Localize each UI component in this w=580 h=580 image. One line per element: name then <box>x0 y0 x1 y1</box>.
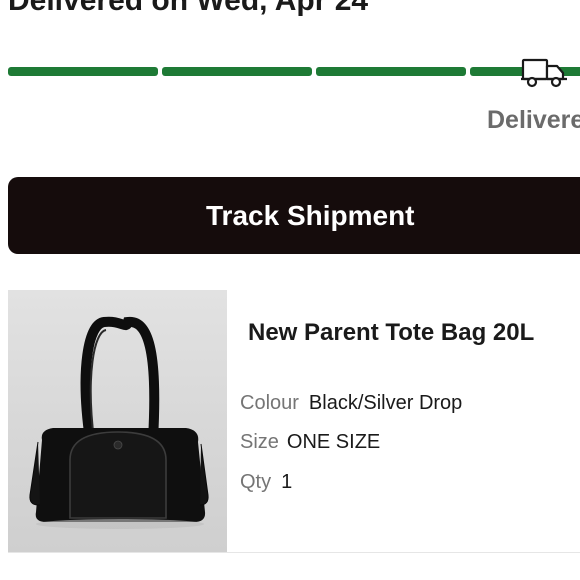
delivery-status-title: Delivered on Wed, Apr 24 <box>8 0 369 17</box>
colour-value: Black/Silver Drop <box>308 392 463 414</box>
colour-label: Colour <box>240 392 299 414</box>
qty-label: Qty <box>240 471 272 493</box>
progress-segment <box>162 67 312 76</box>
size-label: Size <box>240 431 279 453</box>
order-status-page: Delivered on Wed, Apr 24 Delivered Track… <box>0 0 580 580</box>
track-shipment-button[interactable]: Track Shipment <box>8 177 580 254</box>
product-colour-row: Colour Black/Silver Drop <box>240 393 462 413</box>
product-size-row: Size ONE SIZE <box>240 432 380 452</box>
product-name[interactable]: New Parent Tote Bag 20L <box>248 319 534 346</box>
product-qty-row: Qty 1 <box>240 472 292 492</box>
order-item-card[interactable]: New Parent Tote Bag 20L <box>8 290 580 553</box>
tote-bag-image <box>29 316 209 529</box>
progress-segment <box>316 67 466 76</box>
truck-icon <box>521 55 569 89</box>
delivery-progress-bar <box>8 67 580 76</box>
qty-value: 1 <box>281 471 293 493</box>
product-image[interactable] <box>8 290 227 552</box>
current-step-label: Delivered <box>487 106 580 134</box>
progress-segment <box>8 67 158 76</box>
size-value: ONE SIZE <box>286 431 381 453</box>
